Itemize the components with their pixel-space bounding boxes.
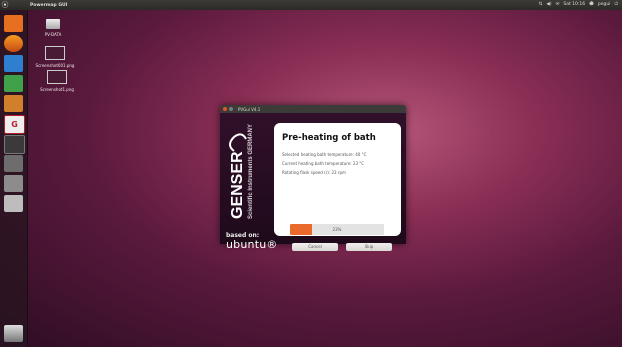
image-thumbnail-icon bbox=[47, 70, 67, 84]
dash-home-icon[interactable]: ⦿ bbox=[0, 0, 10, 10]
progress-percent: 23% bbox=[332, 227, 342, 232]
window-title: PVGui V4.1 bbox=[238, 106, 261, 112]
desktop-icon-label: PV-DATA bbox=[44, 32, 62, 37]
preheat-progress-bar: 23% bbox=[290, 224, 384, 235]
desktop-icon-screenshot001[interactable]: Screenshot001.png bbox=[25, 46, 85, 68]
brand-name: GENSER bbox=[229, 151, 246, 219]
skip-button[interactable]: Skip bbox=[346, 243, 392, 251]
writer-icon[interactable] bbox=[4, 55, 23, 72]
info-line-current-temp: Current heating bath temperature: 23 °C bbox=[282, 161, 365, 166]
impress-icon[interactable] bbox=[4, 95, 23, 112]
desktop-icon-label: Screenshot1.png bbox=[40, 87, 74, 92]
volume-icon[interactable]: ◀) bbox=[546, 2, 551, 7]
terminal-icon[interactable] bbox=[4, 135, 25, 154]
calc-icon[interactable] bbox=[4, 75, 23, 92]
genser-app-icon[interactable]: G bbox=[4, 115, 25, 134]
app-title: Powermap GUI bbox=[30, 2, 68, 8]
firefox-icon[interactable] bbox=[4, 35, 23, 52]
content-panel: Pre-heating of bath Selected heating bat… bbox=[274, 123, 401, 236]
pvgui-dialog: PVGui V4.1 GENSER Scientific Instruments… bbox=[220, 105, 406, 251]
image-thumbnail-icon bbox=[45, 46, 65, 60]
power-icon[interactable]: ⏻ bbox=[614, 1, 618, 7]
drive-icon[interactable] bbox=[4, 195, 23, 212]
close-window-icon[interactable] bbox=[223, 107, 227, 111]
desktop-icon-label: Screenshot001.png bbox=[35, 63, 75, 68]
network-icon[interactable]: ⇅ bbox=[539, 2, 543, 7]
brand-tagline: Scientific Instruments GERMANY bbox=[248, 124, 254, 219]
trash-icon[interactable] bbox=[4, 325, 23, 342]
top-panel: ⦿ Powermap GUI ⇅ ◀) ✉ Sat 10:16 ☻ pegui … bbox=[0, 0, 622, 10]
desktop-icon-screenshot1[interactable]: Screenshot1.png bbox=[27, 70, 87, 92]
ubuntu-software-icon[interactable] bbox=[4, 15, 23, 32]
system-tray: ⇅ ◀) ✉ Sat 10:16 ☻ pegui ⏻ bbox=[539, 1, 618, 8]
dialog-heading: Pre-heating of bath bbox=[282, 133, 376, 143]
ubuntu-circle-icon: ® bbox=[266, 238, 278, 251]
minimize-window-icon[interactable] bbox=[228, 107, 233, 111]
dialog-body: GENSER Scientific Instruments GERMANY ba… bbox=[220, 113, 406, 251]
desktop-icon-pv-data[interactable]: PV-DATA bbox=[23, 19, 83, 37]
update-icon[interactable] bbox=[4, 175, 23, 192]
clock[interactable]: Sat 10:16 bbox=[563, 2, 585, 7]
drive-icon bbox=[46, 19, 60, 29]
genser-brand-logo: GENSER Scientific Instruments GERMANY bbox=[229, 124, 254, 219]
launcher: G bbox=[0, 10, 28, 347]
cancel-button[interactable]: Cancel bbox=[292, 243, 338, 251]
mail-icon[interactable]: ✉ bbox=[556, 2, 560, 7]
user-icon[interactable]: ☻ bbox=[589, 2, 594, 7]
user-name[interactable]: pegui bbox=[598, 2, 611, 7]
ubuntu-logo-text: ubuntu® bbox=[226, 238, 278, 251]
ubuntu-wordmark: ubuntu bbox=[226, 238, 267, 251]
info-line-selected-temp: Selected heating bath temperature: 40 °C bbox=[282, 152, 367, 157]
settings-icon[interactable] bbox=[4, 155, 23, 172]
info-line-flask-speed: Rotating flask speed (r): 23 rpm bbox=[282, 170, 346, 175]
brand-swirl-icon bbox=[229, 133, 247, 152]
window-titlebar[interactable]: PVGui V4.1 bbox=[220, 105, 406, 113]
